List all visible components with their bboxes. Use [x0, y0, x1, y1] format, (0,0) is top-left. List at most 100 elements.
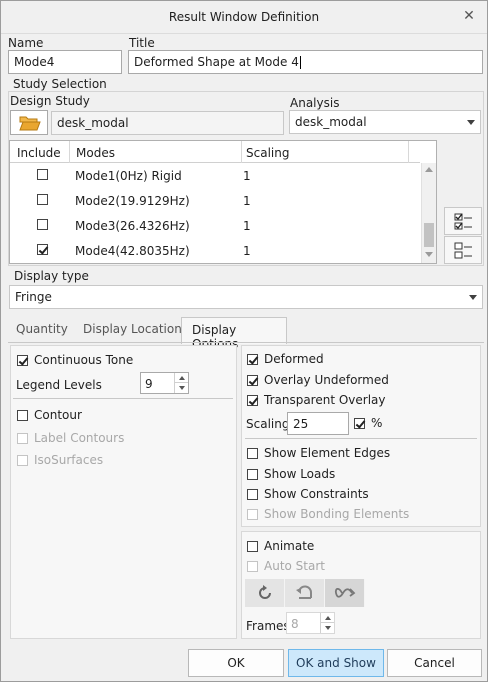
mode-scaling[interactable]: 1: [243, 244, 251, 258]
column-header-include[interactable]: Include: [10, 141, 70, 163]
title-input[interactable]: Deformed Shape at Mode 4: [128, 50, 483, 74]
percent-label: %: [371, 416, 383, 430]
frames-label: Frames: [246, 619, 290, 633]
show-element-edges-option[interactable]: Show Element Edges: [247, 446, 390, 460]
oscillate-icon: [334, 587, 356, 598]
animate-checkbox[interactable]: [247, 541, 258, 552]
deformed-label: Deformed: [264, 352, 324, 366]
tab-display-location[interactable]: Display Location: [83, 317, 182, 342]
show-loads-option[interactable]: Show Loads: [247, 467, 335, 481]
column-header-modes[interactable]: Modes: [70, 141, 242, 163]
legend-levels-stepper[interactable]: 9: [140, 372, 189, 394]
isosurfaces-checkbox: [17, 455, 28, 466]
show-constraints-option[interactable]: Show Constraints: [247, 487, 369, 501]
mode-name: Mode4(42.8035Hz): [75, 244, 190, 258]
name-label: Name: [8, 36, 44, 50]
ok-and-show-button[interactable]: OK and Show: [288, 649, 384, 677]
animation-reverse-button: [285, 579, 325, 607]
show-bonding-elements-option: Show Bonding Elements: [247, 507, 409, 521]
rotate-loop-icon: [259, 585, 271, 599]
decrement-icon[interactable]: [174, 383, 188, 393]
transparent-overlay-option[interactable]: Transparent Overlay: [247, 393, 386, 407]
modes-table: Include Modes Scaling Mode1(0Hz) Rigid 1…: [9, 140, 437, 264]
label-contours-option: Label Contours: [17, 431, 124, 445]
mode-name: Mode3(26.4326Hz): [75, 219, 190, 233]
isosurfaces-option: IsoSurfaces: [17, 453, 103, 467]
deselect-all-button[interactable]: [444, 236, 482, 264]
table-row[interactable]: Mode1(0Hz) Rigid 1: [10, 163, 420, 188]
analysis-dropdown[interactable]: desk_modal: [289, 110, 481, 134]
show-bonding-elements-label: Show Bonding Elements: [264, 507, 410, 521]
scroll-down-icon[interactable]: [425, 252, 433, 257]
percent-checkbox[interactable]: [354, 418, 365, 429]
increment-icon: [320, 613, 334, 623]
overlay-undeformed-checkbox[interactable]: [247, 375, 258, 386]
tab-quantity[interactable]: Quantity: [16, 317, 68, 342]
scroll-up-icon[interactable]: [425, 167, 433, 172]
table-row[interactable]: Mode4(42.8035Hz) 1: [10, 238, 420, 263]
open-study-button[interactable]: [10, 110, 48, 135]
cancel-button[interactable]: Cancel: [387, 649, 482, 677]
mode-scaling[interactable]: 1: [243, 219, 251, 233]
include-checkbox[interactable]: [37, 169, 48, 180]
table-scrollbar[interactable]: [421, 163, 436, 263]
ok-button[interactable]: OK: [188, 649, 284, 677]
title-input-text: Deformed Shape at Mode 4: [134, 55, 299, 69]
divider: [245, 438, 477, 439]
percent-option[interactable]: %: [354, 416, 382, 430]
mode-name: Mode2(19.9129Hz): [75, 194, 190, 208]
show-element-edges-checkbox[interactable]: [247, 448, 258, 459]
include-checkbox[interactable]: [37, 244, 48, 255]
chevron-down-icon: [467, 120, 475, 125]
uncheck-all-icon: [454, 242, 472, 259]
isosurfaces-label: IsoSurfaces: [34, 453, 104, 467]
title-label: Title: [129, 36, 155, 50]
analysis-value: desk_modal: [295, 115, 367, 129]
check-all-icon: [454, 213, 472, 230]
auto-start-label: Auto Start: [264, 559, 325, 573]
title-bar: Result Window Definition ✕: [1, 1, 487, 34]
scaling-input[interactable]: 25: [287, 412, 349, 435]
contour-checkbox[interactable]: [17, 410, 28, 421]
decrement-icon: [320, 623, 334, 633]
show-constraints-checkbox[interactable]: [247, 489, 258, 500]
study-selection-label: Study Selection: [13, 77, 107, 91]
animation-repeat-button: [245, 579, 285, 607]
continuous-tone-label: Continuous Tone: [34, 353, 134, 367]
table-row[interactable]: Mode2(19.9129Hz) 1: [10, 188, 420, 213]
include-checkbox[interactable]: [37, 194, 48, 205]
analysis-label: Analysis: [290, 96, 340, 110]
animate-label: Animate: [264, 539, 315, 553]
divider: [13, 398, 233, 399]
increment-icon[interactable]: [174, 373, 188, 383]
modes-table-header: Include Modes Scaling: [10, 141, 420, 163]
name-input[interactable]: Mode4: [8, 50, 122, 74]
select-all-button[interactable]: [444, 207, 482, 235]
continuous-tone-checkbox[interactable]: [17, 355, 28, 366]
transparent-overlay-checkbox[interactable]: [247, 395, 258, 406]
display-type-dropdown[interactable]: Fringe: [9, 285, 483, 309]
table-row[interactable]: Mode3(26.4326Hz) 1: [10, 213, 420, 238]
animate-option[interactable]: Animate: [247, 539, 314, 553]
contour-option[interactable]: Contour: [17, 408, 82, 422]
mode-scaling[interactable]: 1: [243, 169, 251, 183]
deformed-checkbox[interactable]: [247, 354, 258, 365]
show-loads-checkbox[interactable]: [247, 469, 258, 480]
deformed-option[interactable]: Deformed: [247, 352, 324, 366]
column-header-scaling[interactable]: Scaling: [242, 141, 409, 163]
design-study-field: desk_modal: [51, 111, 284, 135]
scroll-thumb[interactable]: [424, 223, 434, 247]
transparent-overlay-label: Transparent Overlay: [264, 393, 386, 407]
mode-name: Mode1(0Hz) Rigid: [75, 169, 182, 183]
animation-oscillate-button: [325, 579, 365, 607]
continuous-tone-option[interactable]: Continuous Tone: [17, 353, 133, 367]
close-icon[interactable]: ✕: [461, 8, 477, 26]
tab-display-options[interactable]: Display Options: [181, 317, 287, 351]
display-type-label: Display type: [14, 269, 89, 283]
show-bonding-elements-checkbox: [247, 509, 258, 520]
include-checkbox[interactable]: [37, 219, 48, 230]
auto-start-option: Auto Start: [247, 559, 325, 573]
result-window-dialog: Result Window Definition ✕ Name Mode4 Ti…: [0, 0, 488, 682]
overlay-undeformed-option[interactable]: Overlay Undeformed: [247, 373, 389, 387]
mode-scaling[interactable]: 1: [243, 194, 251, 208]
